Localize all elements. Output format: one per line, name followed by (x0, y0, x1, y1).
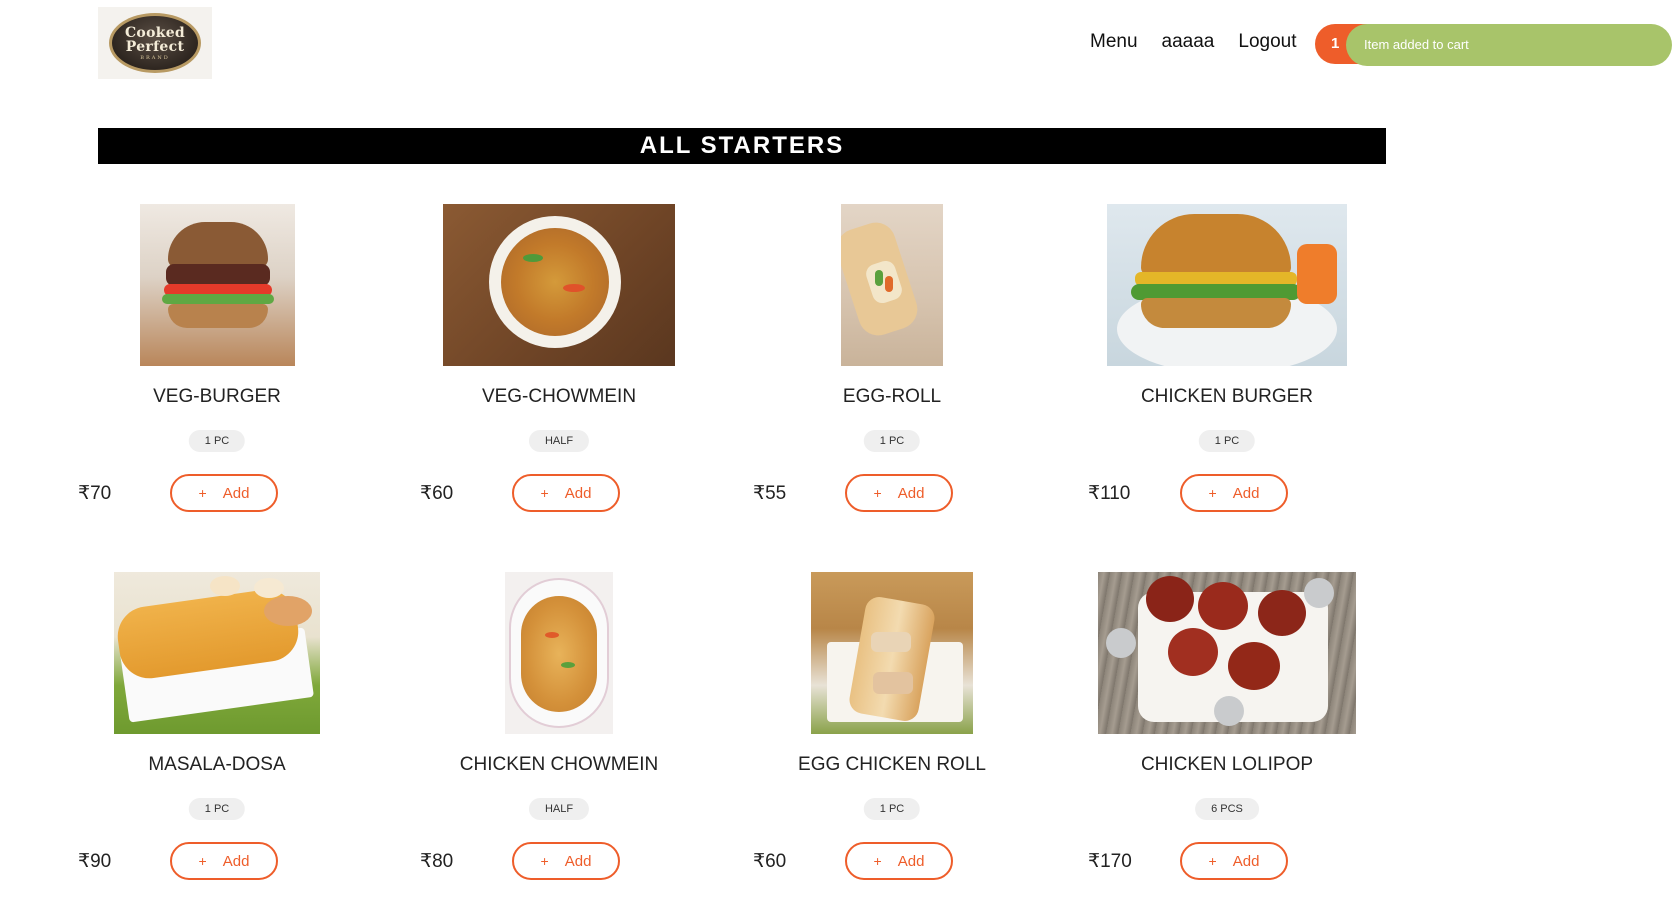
add-to-cart-button[interactable]: + Add (512, 474, 620, 512)
product-size-badge: 1 PC (188, 798, 246, 820)
product-card: VEG-CHOWMEIN HALF ₹60 + Add (392, 204, 726, 544)
nav-user-link[interactable]: aaaaa (1162, 31, 1215, 53)
plus-icon: + (198, 485, 207, 501)
product-size-badge: 1 PC (863, 798, 921, 820)
add-to-cart-button[interactable]: + Add (170, 474, 278, 512)
top-nav: Menu aaaaa Logout (1090, 31, 1297, 53)
product-name: VEG-CHOWMEIN (481, 386, 637, 407)
product-price: ₹60 (753, 851, 787, 872)
product-image (811, 572, 973, 734)
product-name: CHICKEN BURGER (1140, 386, 1314, 407)
add-button-label: Add (897, 484, 925, 502)
product-size-badge: 1 PC (1198, 430, 1256, 452)
product-name: VEG-BURGER (153, 386, 281, 407)
add-to-cart-button[interactable]: + Add (170, 842, 278, 880)
add-to-cart-button[interactable]: + Add (845, 842, 953, 880)
nav-menu-link[interactable]: Menu (1090, 31, 1138, 53)
add-button-label: Add (1232, 852, 1260, 870)
product-price: ₹70 (78, 483, 112, 504)
product-size-badge: HALF (528, 798, 590, 820)
nav-logout-link[interactable]: Logout (1238, 31, 1296, 53)
product-image (443, 204, 675, 366)
plus-icon: + (540, 485, 549, 501)
product-image (139, 204, 295, 366)
add-to-cart-button[interactable]: + Add (512, 842, 620, 880)
product-card: EGG CHICKEN ROLL 1 PC ₹60 + Add (725, 572, 1059, 912)
product-price: ₹60 (420, 483, 454, 504)
product-price: ₹110 (1088, 483, 1131, 504)
plus-icon: + (873, 853, 882, 869)
product-card: EGG-ROLL 1 PC ₹55 + Add (725, 204, 1059, 544)
product-price: ₹170 (1088, 851, 1132, 872)
plus-icon: + (1208, 485, 1217, 501)
product-name: CHICKEN LOLIPOP (1140, 754, 1314, 775)
product-name: EGG-ROLL (842, 386, 942, 407)
add-button-label: Add (897, 852, 925, 870)
product-size-badge: 6 PCS (1195, 798, 1259, 820)
section-title: ALL STARTERS (98, 128, 1386, 164)
add-button-label: Add (564, 852, 592, 870)
plus-icon: + (873, 485, 882, 501)
product-size-badge: HALF (528, 430, 590, 452)
product-image (841, 204, 943, 366)
product-name: EGG CHICKEN ROLL (798, 754, 986, 775)
product-name: CHICKEN CHOWMEIN (459, 754, 659, 775)
plus-icon: + (198, 853, 207, 869)
product-size-badge: 1 PC (188, 430, 246, 452)
product-card: VEG-BURGER 1 PC ₹70 + Add (50, 204, 384, 544)
product-price: ₹80 (420, 851, 454, 872)
plus-icon: + (1208, 853, 1217, 869)
product-image (505, 572, 613, 734)
add-to-cart-button[interactable]: + Add (1180, 474, 1288, 512)
product-price: ₹90 (78, 851, 112, 872)
add-to-cart-button[interactable]: + Add (845, 474, 953, 512)
product-card: MASALA-DOSA 1 PC ₹90 + Add (50, 572, 384, 912)
product-card: CHICKEN LOLIPOP 6 PCS ₹170 + Add (1060, 572, 1394, 912)
add-button-label: Add (222, 484, 250, 502)
toast-notification: Item added to cart (1346, 24, 1672, 66)
product-name: MASALA-DOSA (148, 754, 286, 775)
product-image (114, 572, 320, 734)
logo-line-1: Cooked (124, 24, 185, 41)
product-price: ₹55 (753, 483, 787, 504)
product-image (1098, 572, 1356, 734)
logo-line-3: BRAND (140, 54, 170, 61)
add-button-label: Add (222, 852, 250, 870)
brand-logo[interactable]: Cooked Perfect BRAND (98, 7, 212, 79)
product-card: CHICKEN CHOWMEIN HALF ₹80 + Add (392, 572, 726, 912)
add-button-label: Add (564, 484, 592, 502)
product-card: CHICKEN BURGER 1 PC ₹110 + Add (1060, 204, 1394, 544)
plus-icon: + (540, 853, 549, 869)
add-to-cart-button[interactable]: + Add (1180, 842, 1288, 880)
product-image (1107, 204, 1347, 366)
add-button-label: Add (1232, 484, 1260, 502)
logo-badge: Cooked Perfect BRAND (109, 13, 201, 73)
product-size-badge: 1 PC (863, 430, 921, 452)
logo-line-2: Perfect (125, 38, 185, 55)
